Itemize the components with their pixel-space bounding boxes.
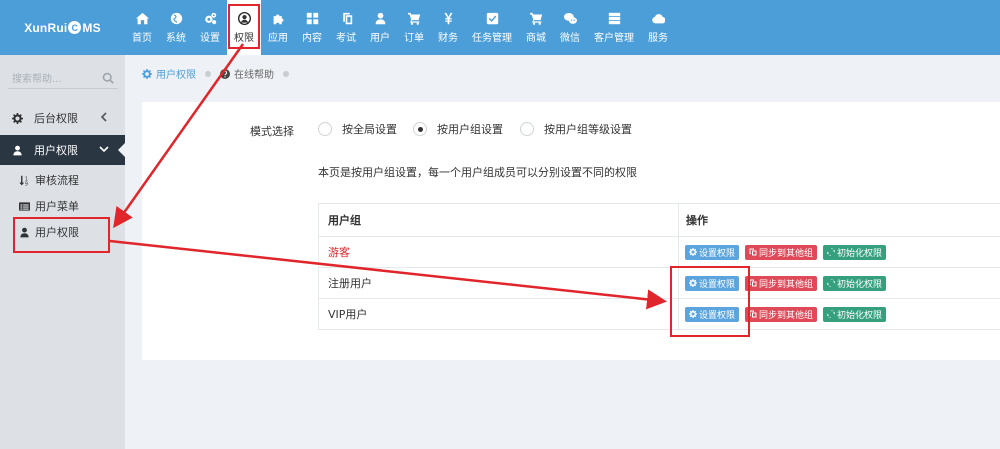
sidebar-group-admin-permissions[interactable]: 后台权限 — [0, 103, 125, 133]
table-row: VIP用户 设置权限 同步到其他组 初始化权限 — [318, 299, 1000, 330]
sidebar-group-user-permissions[interactable]: 用户权限 — [0, 135, 125, 165]
nav-wechat[interactable]: 微信 — [553, 0, 587, 55]
nav-orders[interactable]: 订单 — [397, 0, 431, 55]
set-permission-button[interactable]: 设置权限 — [685, 244, 740, 260]
cloud-icon — [651, 11, 665, 25]
question-icon — [220, 68, 230, 79]
refresh-icon — [827, 310, 836, 318]
breadcrumb-separator — [283, 70, 289, 77]
copy-icon — [749, 279, 757, 287]
table-header-row: 用户组 操作 — [318, 204, 1000, 237]
user-circle-icon — [237, 11, 251, 25]
home-icon — [135, 11, 149, 25]
wechat-icon — [563, 11, 577, 25]
group-name-vip: VIP用户 — [318, 299, 679, 329]
sync-other-groups-button[interactable]: 同步到其他组 — [745, 244, 818, 260]
chevron-down-icon — [99, 144, 109, 156]
init-permission-button[interactable]: 初始化权限 — [823, 275, 887, 291]
user-icon — [373, 11, 387, 25]
list-icon — [19, 200, 31, 212]
breadcrumb-user-permissions[interactable]: 用户权限 — [142, 66, 196, 81]
radio-global[interactable]: 按全局设置 — [318, 121, 397, 137]
nav-finance[interactable]: 财务 — [431, 0, 465, 55]
nav-service[interactable]: 服务 — [641, 0, 675, 55]
radio-circle[interactable] — [318, 122, 332, 136]
svg-text:1: 1 — [25, 176, 28, 182]
top-navbar: XunRui C MS 首页 系统 设置 权限 应用 内容 考试 用户 订单 财… — [0, 0, 1000, 55]
nav-permissions[interactable]: 权限 — [227, 0, 261, 55]
group-name-registered: 注册用户 — [318, 268, 679, 298]
cog-icon — [689, 248, 697, 256]
nav-exam[interactable]: 考试 — [329, 0, 363, 55]
annotation-box-buttons — [670, 266, 750, 337]
init-permission-button[interactable]: 初始化权限 — [823, 306, 887, 322]
nav-system[interactable]: 系统 — [159, 0, 193, 55]
sync-other-groups-button[interactable]: 同步到其他组 — [745, 306, 818, 322]
puzzle-icon — [271, 11, 285, 25]
sort-icon: 19 — [19, 174, 31, 186]
copy-icon — [749, 248, 757, 256]
cog-icon — [142, 68, 152, 79]
copy-icon — [749, 310, 757, 318]
header-user-group: 用户组 — [318, 204, 679, 236]
nav-settings[interactable]: 设置 — [193, 0, 227, 55]
table-row: 游客 设置权限 同步到其他组 初始化权限 — [318, 237, 1000, 268]
grid-icon — [305, 11, 319, 25]
refresh-icon — [827, 248, 836, 256]
row-actions: 设置权限 同步到其他组 初始化权限 — [679, 237, 1000, 267]
sync-other-groups-button[interactable]: 同步到其他组 — [745, 275, 818, 291]
breadcrumb: 用户权限 在线帮助 — [142, 66, 298, 81]
nav-apps[interactable]: 应用 — [261, 0, 295, 55]
logo[interactable]: XunRui C MS — [0, 0, 125, 55]
mode-label: 模式选择 — [250, 125, 294, 138]
nav-tasks[interactable]: 任务管理 — [465, 0, 519, 55]
nav-users[interactable]: 用户 — [363, 0, 397, 55]
cart-icon — [529, 11, 543, 25]
init-permission-button[interactable]: 初始化权限 — [823, 244, 887, 260]
cog-icon — [12, 112, 24, 124]
logo-c-icon: C — [68, 21, 82, 34]
nav-content[interactable]: 内容 — [295, 0, 329, 55]
search-input[interactable]: 搜索帮助... — [8, 67, 118, 89]
group-name-guest: 游客 — [318, 237, 679, 267]
radio-circle[interactable] — [520, 122, 534, 136]
nav-mall[interactable]: 商城 — [519, 0, 553, 55]
search-icon[interactable] — [102, 72, 114, 84]
radio-by-group[interactable]: 按用户组设置 — [413, 121, 503, 137]
radio-circle-checked[interactable] — [413, 122, 427, 136]
svg-text:9: 9 — [25, 181, 28, 186]
sidebar-item-user-menu[interactable]: 用户菜单 — [0, 193, 125, 219]
header-actions: 操作 — [686, 214, 708, 227]
main-nav: 首页 系统 设置 权限 应用 内容 考试 用户 订单 财务 任务管理 商城 微信… — [125, 0, 675, 55]
nav-home[interactable]: 首页 — [125, 0, 159, 55]
nav-customers[interactable]: 客户管理 — [587, 0, 641, 55]
refresh-icon — [827, 279, 836, 287]
copy-icon — [339, 11, 353, 25]
breadcrumb-separator — [205, 70, 211, 77]
mode-description: 本页是按用户组设置，每一个用户组成员可以分别设置不同的权限 — [318, 166, 637, 179]
breadcrumb-online-help[interactable]: 在线帮助 — [220, 66, 274, 81]
table-row: 注册用户 设置权限 同步到其他组 初始化权限 — [318, 268, 1000, 299]
chevron-left-icon — [99, 112, 109, 124]
group-table: 用户组 操作 游客 设置权限 同步到其他组 初始化权限 注册用户 设置权限 同步… — [318, 203, 1000, 330]
radio-by-group-level[interactable]: 按用户组等级设置 — [520, 121, 632, 137]
server-icon — [607, 11, 621, 25]
sidebar-item-review-flow[interactable]: 19 审核流程 — [0, 167, 125, 193]
checkbox-icon — [485, 11, 499, 25]
globe-icon — [169, 11, 183, 25]
yen-icon — [441, 11, 455, 25]
cart-icon — [407, 11, 421, 25]
cogs-icon — [203, 11, 217, 25]
user-icon — [12, 144, 24, 156]
annotation-box-sidebar — [13, 217, 110, 253]
